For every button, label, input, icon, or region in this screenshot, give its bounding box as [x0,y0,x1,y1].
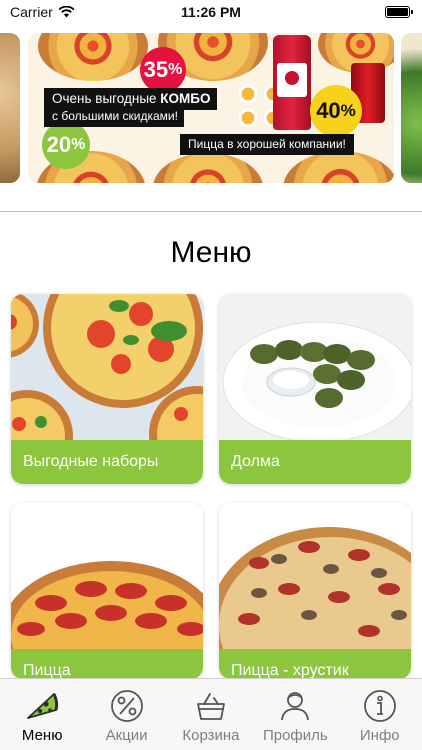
promo-card-previous[interactable] [0,33,20,183]
pizza-slice-icon [27,693,59,719]
percent-icon [110,690,143,722]
promo-carousel[interactable]: 35% 40% 20% Очень выгодные КОМБО с больш… [0,33,422,183]
category-card-combo[interactable]: Выгодные наборы [11,294,203,484]
basket-icon [197,693,225,720]
tab-label: Акции [105,727,148,744]
promo-banner[interactable]: 35% 40% 20% Очень выгодные КОМБО с больш… [28,33,394,183]
sauce-image [238,85,258,103]
profile-icon [281,692,310,721]
divider [0,211,422,212]
banner-pizza-image [38,33,148,81]
tab-promotions[interactable]: Акции [85,688,169,744]
tab-bar: Меню Акции Корзина Профиль Инфо [0,678,422,750]
sauce-image [238,109,258,127]
info-icon [363,690,396,722]
category-card-label: Выгодные наборы [11,440,203,484]
tab-label: Инфо [359,727,400,744]
discount-badge-35: 35% [140,47,186,93]
page-title: Меню [170,236,252,269]
category-card-dolma[interactable]: Долма [219,294,411,484]
promo-card-next[interactable] [401,33,422,183]
category-card-label: Пицца [11,649,203,679]
tab-label: Профиль [262,727,328,744]
category-card-label: Долма [219,440,411,484]
tab-label: Меню [21,727,63,744]
discount-badge-40: 40% [310,85,362,137]
dolma-image [219,294,411,440]
category-card-label: Пицца - хрустик [219,649,411,679]
tab-menu[interactable]: Меню [0,688,84,744]
pizza-crispy-image [219,503,411,649]
discount-badge-20: 20% [42,121,90,169]
category-card-pizza-crispy[interactable]: Пицца - хрустик [219,503,411,679]
category-card-pizza[interactable]: Пицца [11,503,203,679]
tab-profile[interactable]: Профиль [253,688,337,744]
status-time: 11:26 PM [181,4,241,20]
banner-sub-text: с большими скидками! [44,107,184,127]
pizza-set-image [11,294,203,440]
banner-company-text: Пицца в хорошей компании! [180,134,354,155]
banner-pizza-image [153,153,263,183]
banner-pizza-image [283,151,394,183]
battery-icon [385,6,413,18]
juice-bottle-image [273,35,311,130]
tab-info[interactable]: Инфо [338,688,422,744]
tab-label: Корзина [182,727,240,744]
status-bar: Carrier 11:26 PM [0,0,422,24]
pizza-salami-image [11,503,203,649]
tab-cart[interactable]: Корзина [169,688,253,744]
